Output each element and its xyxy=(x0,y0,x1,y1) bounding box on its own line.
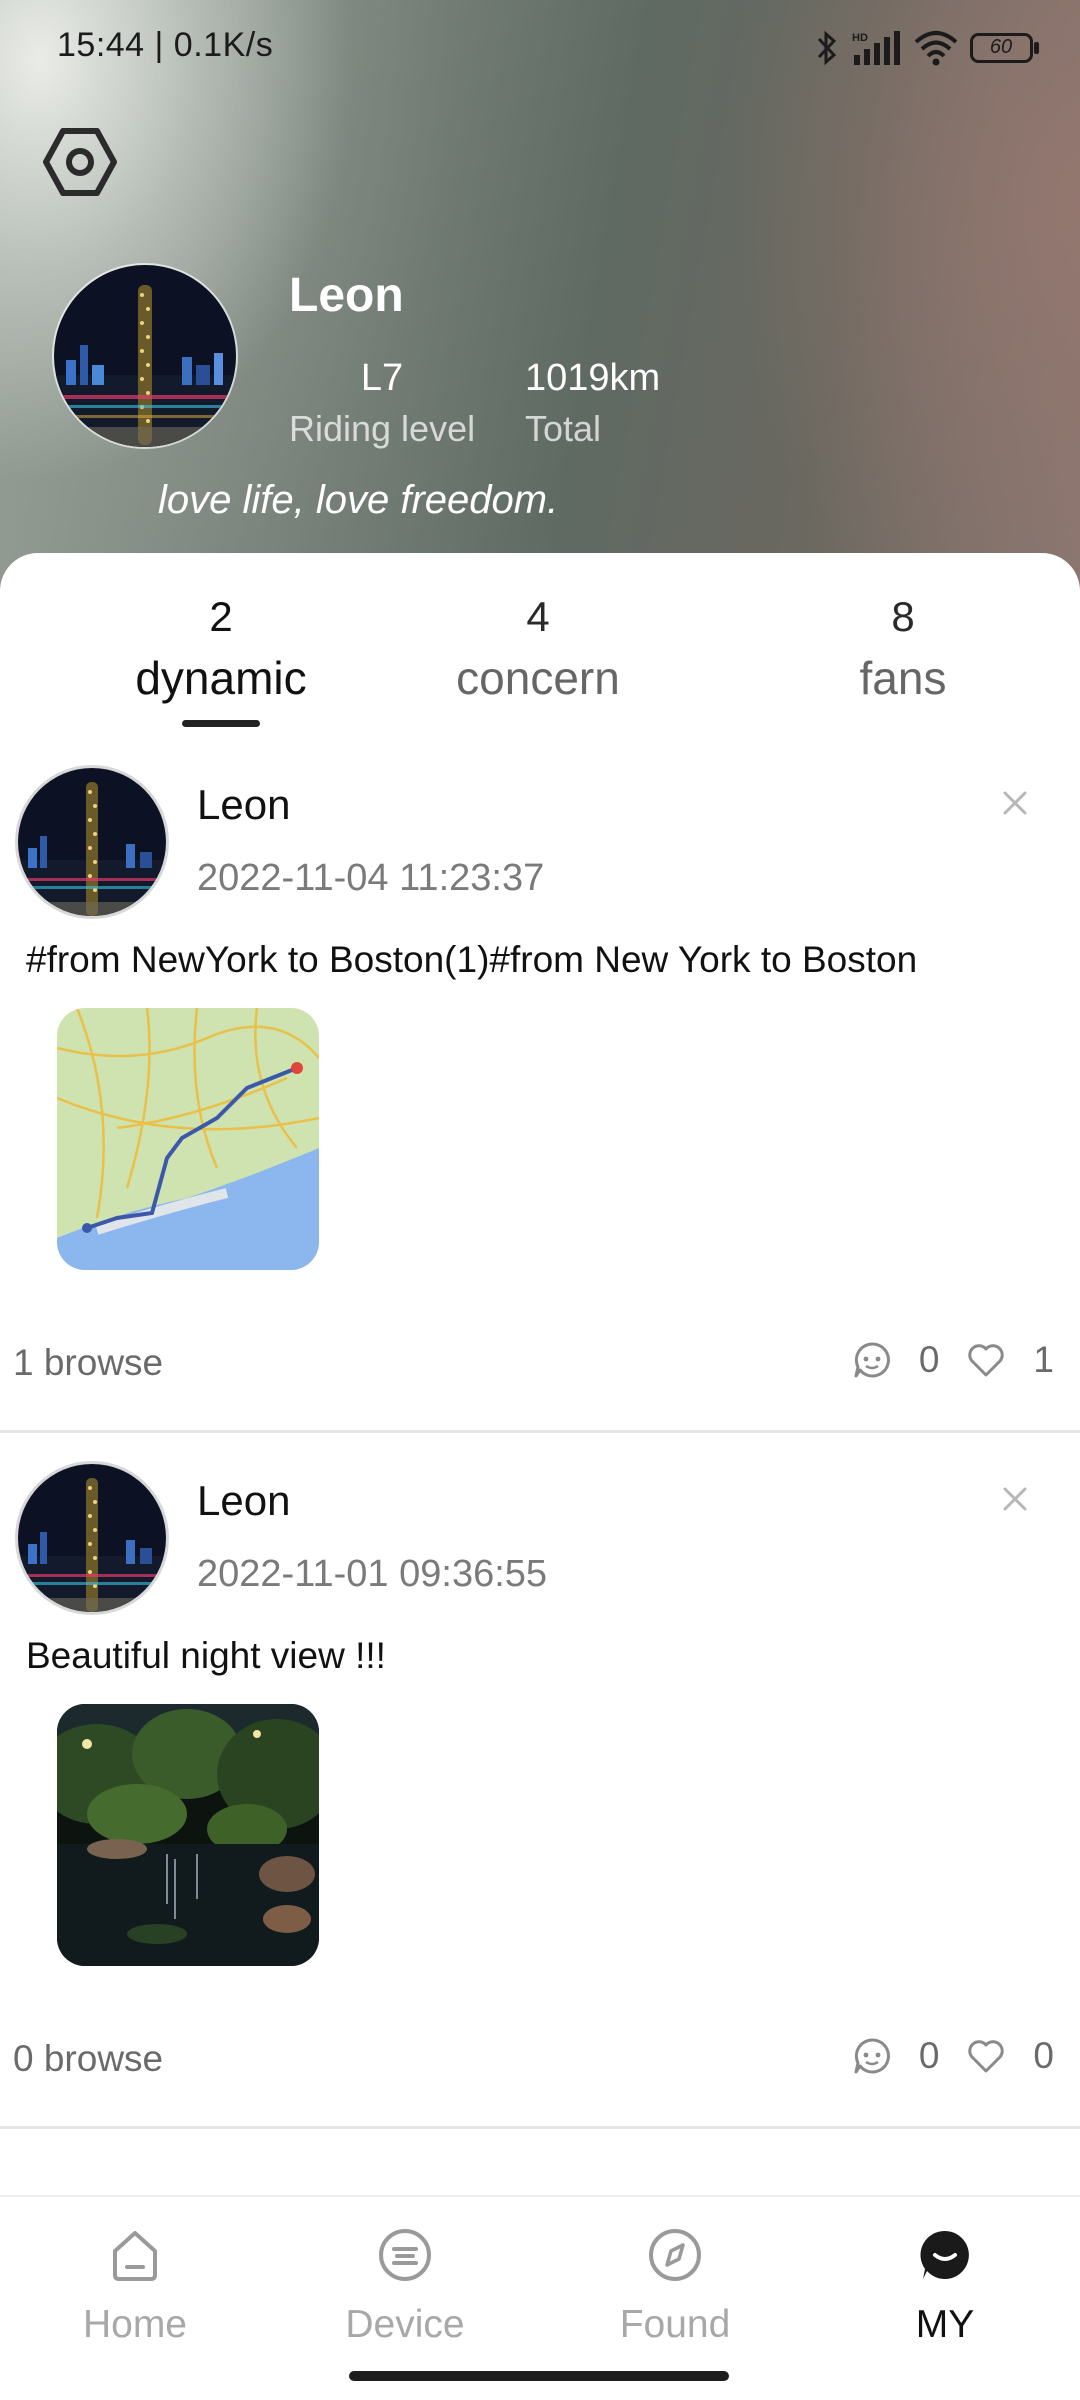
nav-label: MY xyxy=(915,2303,975,2346)
comment-icon[interactable] xyxy=(851,2035,893,2077)
riding-level-label: Riding level xyxy=(289,408,476,449)
post-avatar[interactable] xyxy=(15,765,169,919)
comment-count: 0 xyxy=(918,1339,940,1380)
battery-icon: 60 xyxy=(970,33,1040,63)
route-map-image[interactable] xyxy=(57,1008,319,1270)
browse-count: 0 browse xyxy=(13,2038,164,2079)
tab-label: fans xyxy=(859,652,947,704)
profile-face-icon xyxy=(915,2225,975,2285)
heart-icon[interactable] xyxy=(965,2035,1007,2077)
settings-button[interactable] xyxy=(40,122,120,202)
like-count: 0 xyxy=(1033,2035,1054,2076)
close-icon[interactable] xyxy=(995,783,1035,823)
heart-icon[interactable] xyxy=(965,1339,1007,1381)
bottom-navigation: Home Device Found MY xyxy=(0,2195,1080,2400)
tab-count: 2 xyxy=(209,593,233,640)
profile-bio: love life, love freedom. xyxy=(158,478,559,522)
svg-text:HD: HD xyxy=(852,32,868,44)
riding-level-stat: L7 Riding level xyxy=(289,357,475,450)
post-username[interactable]: Leon xyxy=(197,1477,290,1525)
tab-concern[interactable]: 4 concern xyxy=(408,593,668,705)
nav-label: Found xyxy=(619,2303,731,2346)
active-tab-indicator xyxy=(182,720,260,727)
night-garden-pond-image[interactable] xyxy=(57,1704,319,1966)
riding-level-value: L7 xyxy=(360,357,404,399)
device-icon xyxy=(375,2225,435,2285)
browse-count: 1 browse xyxy=(13,1342,164,1383)
post-actions: 0 0 xyxy=(851,2035,1054,2077)
nav-found[interactable]: Found xyxy=(575,2225,775,2347)
post-timestamp: 2022-11-01 09:36:55 xyxy=(197,1553,548,1595)
post-avatar[interactable] xyxy=(15,1461,169,1615)
content-sheet: 2 dynamic 4 concern 8 fans Leon 2022-11-… xyxy=(0,553,1080,2193)
post-divider xyxy=(0,1430,1080,1433)
nav-my[interactable]: MY xyxy=(845,2225,1045,2347)
total-distance-stat: 1019km Total xyxy=(525,357,660,450)
tab-count: 4 xyxy=(526,593,550,640)
total-distance-value: 1019km xyxy=(525,357,661,399)
status-bar: 15:44 | 0.1K/s HD 60 xyxy=(0,0,1080,95)
tab-dynamic[interactable]: 2 dynamic xyxy=(91,593,351,705)
bluetooth-icon xyxy=(817,30,837,66)
nav-device[interactable]: Device xyxy=(305,2225,505,2347)
post-username[interactable]: Leon xyxy=(197,781,290,829)
hd-signal-icon: HD xyxy=(852,31,900,65)
wifi-icon xyxy=(914,31,958,66)
post-actions: 0 1 xyxy=(851,1339,1054,1381)
settings-hexagon-icon xyxy=(43,128,117,196)
nav-label: Device xyxy=(345,2303,465,2346)
nav-label: Home xyxy=(82,2303,188,2346)
total-distance-label: Total xyxy=(525,408,602,449)
comment-count: 0 xyxy=(918,2035,940,2076)
profile-avatar[interactable] xyxy=(52,263,238,449)
post-divider xyxy=(0,2126,1080,2129)
battery-level: 60 xyxy=(989,36,1013,58)
tab-count: 8 xyxy=(891,593,915,640)
status-time: 15:44 | 0.1K/s xyxy=(57,26,274,64)
comment-icon[interactable] xyxy=(851,1339,893,1381)
profile-header: 15:44 | 0.1K/s HD 60 Leon L7 Riding leve… xyxy=(0,0,1080,600)
status-icons: HD 60 xyxy=(816,26,1040,70)
close-icon[interactable] xyxy=(995,1479,1035,1519)
post-text: Beautiful night view !!! xyxy=(26,1635,386,1676)
home-icon xyxy=(105,2225,165,2285)
tab-label: dynamic xyxy=(135,652,307,704)
tab-label: concern xyxy=(456,652,620,704)
post-text: #from NewYork to Boston(1)#from New York… xyxy=(26,939,918,980)
like-count: 1 xyxy=(1033,1339,1054,1380)
home-indicator[interactable] xyxy=(349,2371,729,2381)
compass-icon xyxy=(645,2225,705,2285)
nav-home[interactable]: Home xyxy=(35,2225,235,2347)
profile-name: Leon xyxy=(289,269,404,322)
post-timestamp: 2022-11-04 11:23:37 xyxy=(197,857,545,899)
tab-fans[interactable]: 8 fans xyxy=(773,593,1033,705)
